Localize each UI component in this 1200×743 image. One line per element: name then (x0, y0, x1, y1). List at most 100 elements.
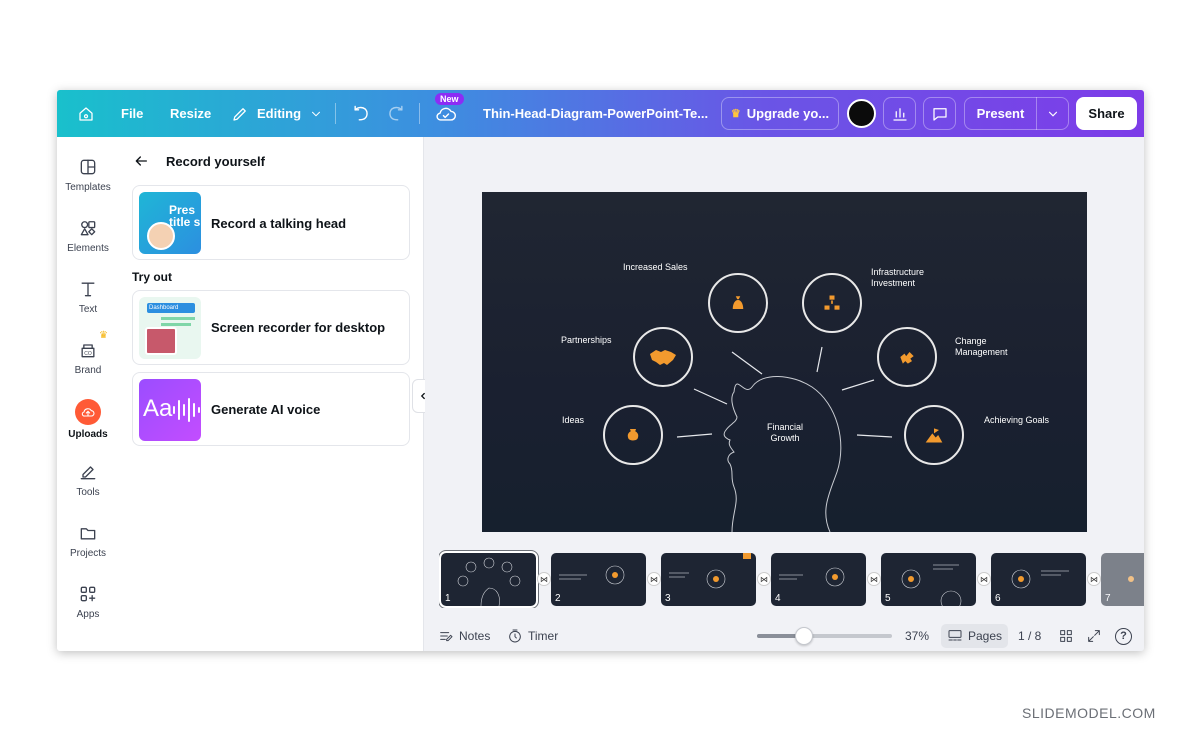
rail-brand[interactable]: ♛ CO Brand (57, 330, 119, 376)
page-thumbnail[interactable]: 6 (991, 553, 1086, 606)
handshake-icon (650, 350, 676, 365)
divider (419, 103, 420, 124)
record-talking-head-card[interactable]: Pres title s Record a talking head (132, 185, 410, 260)
label-ideas: Ideas (562, 415, 585, 425)
avatar[interactable] (847, 99, 876, 128)
label-partnerships: Partnerships (561, 335, 612, 345)
crown-icon: ♛ (730, 108, 741, 120)
center-label: Financial Growth (767, 422, 804, 443)
sales-circle (708, 273, 768, 333)
cloud-check-icon (436, 107, 457, 121)
record-panel: Record yourself Pres title s Record a ta… (119, 137, 424, 651)
page-thumbnail[interactable]: 7 (1101, 553, 1144, 606)
apps-icon (80, 586, 96, 602)
document-title[interactable]: Thin-Head-Diagram-PowerPoint-Te... (483, 90, 708, 137)
rail-text[interactable]: Text (57, 279, 119, 315)
notes-label: Notes (459, 629, 491, 643)
puzzle-icon (900, 352, 914, 364)
watermark: SLIDEMODEL.COM (1022, 705, 1156, 721)
money-bag-icon (732, 296, 744, 309)
new-badge: New (435, 93, 464, 105)
crown-icon: ♛ (99, 330, 108, 341)
label-change-management: Change Management (955, 336, 1008, 357)
screen-recorder-card[interactable]: Dashboard Screen recorder for desktop (132, 290, 410, 365)
chevron-down-icon (1048, 111, 1057, 117)
ideas-circle (603, 405, 663, 465)
comment-icon (932, 107, 947, 121)
undo-button[interactable] (351, 90, 371, 137)
screen-recorder-thumbnail: Dashboard (139, 297, 201, 359)
fullscreen-button[interactable] (1086, 621, 1102, 651)
zoom-level[interactable]: 37% (905, 621, 929, 651)
rail-elements[interactable]: Elements (57, 218, 119, 254)
home-button[interactable] (77, 90, 95, 137)
transition-button[interactable]: ⋈ (537, 572, 551, 586)
zoom-slider-handle[interactable] (795, 627, 813, 645)
editing-mode-dropdown[interactable]: Editing (231, 90, 323, 137)
projects-icon (80, 528, 96, 540)
help-button[interactable]: ? (1115, 621, 1132, 651)
transition-button[interactable]: ⋈ (757, 572, 771, 586)
head-outline-diagram (676, 346, 893, 532)
svg-text:CO: CO (84, 351, 92, 357)
grid-icon (1060, 630, 1072, 642)
rail-label: Templates (65, 182, 111, 193)
page-thumbnail[interactable]: 2 (551, 553, 646, 606)
resize-button[interactable]: Resize (170, 90, 211, 137)
file-menu[interactable]: File (121, 90, 143, 137)
card-label: Record a talking head (211, 216, 347, 231)
page-number: 3 (665, 593, 671, 604)
rail-templates[interactable]: Templates (57, 157, 119, 193)
timer-button[interactable]: Timer (507, 621, 558, 651)
grid-view-button[interactable] (1058, 621, 1074, 651)
change-circle (877, 327, 937, 387)
transition-button[interactable]: ⋈ (977, 572, 991, 586)
page-thumbnails: 1 ⋈ 2 ⋈ 3 ⋈ 4 ⋈ 5 ⋈ 6 ⋈ 7 (439, 550, 1144, 608)
share-button[interactable]: Share (1076, 97, 1137, 130)
transition-button[interactable]: ⋈ (867, 572, 881, 586)
insights-button[interactable] (883, 97, 916, 130)
label-achieving-goals: Achieving Goals (984, 415, 1050, 425)
card-label: Screen recorder for desktop (211, 320, 386, 335)
ai-voice-card[interactable]: Aa Generate AI voice (132, 372, 410, 446)
page-thumbnail[interactable]: 1 (439, 551, 538, 608)
pages-button[interactable]: Pages (941, 624, 1009, 648)
transition-button[interactable]: ⋈ (1087, 572, 1101, 586)
thumbnail-text: Aa (143, 395, 173, 422)
present-button[interactable]: Present (965, 106, 1036, 121)
transition-button[interactable]: ⋈ (647, 572, 661, 586)
divider (335, 103, 336, 124)
redo-icon (389, 105, 403, 121)
rail-apps[interactable]: Apps (57, 584, 119, 620)
page-number: 2 (555, 593, 561, 604)
page-thumbnail[interactable]: 5 (881, 553, 976, 606)
expand-icon (1088, 630, 1100, 642)
upgrade-label: Upgrade yo... (746, 106, 830, 121)
top-toolbar: File Resize Editing New Thin-Head-Diagra… (57, 90, 1144, 137)
notes-button[interactable]: Notes (438, 621, 490, 651)
arrow-left-icon (135, 156, 147, 166)
back-button[interactable] (133, 153, 149, 174)
page-thumbnail[interactable]: 3 (661, 553, 756, 606)
page-thumbnail[interactable]: 4 (771, 553, 866, 606)
timer-label: Timer (528, 629, 559, 643)
infrastructure-circle (802, 273, 862, 333)
zoom-slider[interactable] (757, 627, 892, 645)
label-increased-sales: Increased Sales (623, 262, 688, 272)
rail-label: Brand (74, 365, 102, 376)
upgrade-button[interactable]: ♛ Upgrade yo... (721, 97, 839, 130)
slide-canvas[interactable]: Increased Sales Infrastructure Investmen… (482, 192, 1087, 532)
notes-icon (440, 632, 453, 642)
redo-button[interactable] (386, 90, 406, 137)
undo-icon (354, 105, 368, 121)
comment-button[interactable] (923, 97, 956, 130)
try-out-heading: Try out (132, 270, 173, 284)
elements-icon (80, 221, 96, 236)
present-options-button[interactable] (1037, 107, 1068, 121)
rail-tools[interactable]: Tools (57, 462, 119, 498)
rail-uploads[interactable]: Uploads (57, 399, 119, 440)
page-number: 7 (1105, 593, 1111, 604)
rail-label: Projects (69, 548, 107, 559)
rail-projects[interactable]: Projects (57, 523, 119, 559)
ai-voice-thumbnail: Aa (139, 379, 201, 441)
